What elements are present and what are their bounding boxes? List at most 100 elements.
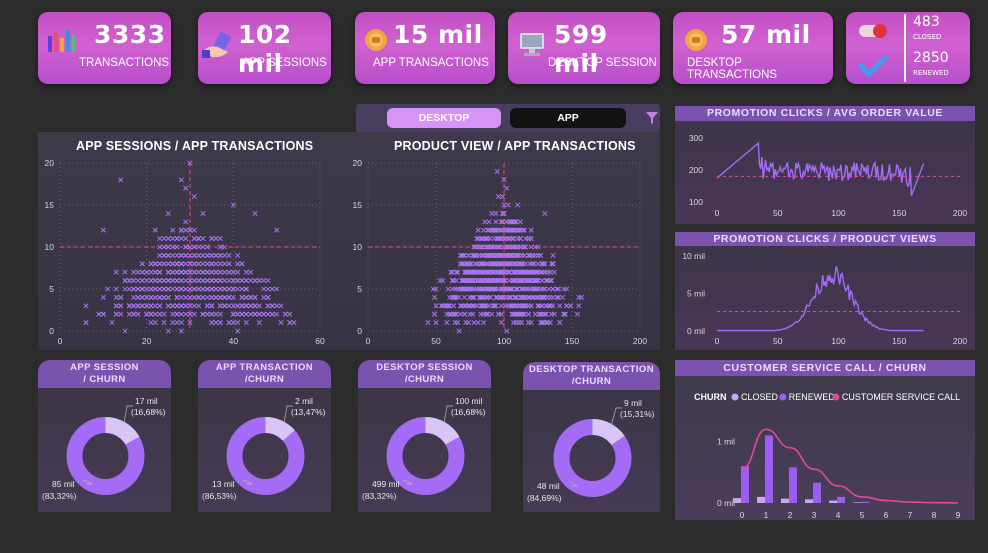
donut-title-line2: /CHURN bbox=[244, 374, 285, 385]
data-point bbox=[196, 269, 202, 275]
data-point bbox=[200, 236, 206, 242]
data-point bbox=[96, 311, 102, 317]
line-chart-product-views[interactable]: 0 mil 5 mil 10 mil 0 50 100 150 200 bbox=[675, 246, 975, 350]
data-point bbox=[174, 269, 180, 275]
data-point bbox=[213, 261, 219, 267]
data-point bbox=[252, 294, 258, 300]
data-point bbox=[493, 210, 499, 216]
data-point bbox=[183, 227, 189, 233]
kpi-card-desktop-transactions[interactable]: 57 mil DESKTOP TRANSACTIONS bbox=[673, 12, 833, 84]
data-point bbox=[248, 311, 254, 317]
data-point bbox=[209, 252, 215, 258]
data-point bbox=[135, 269, 141, 275]
data-point bbox=[230, 269, 236, 275]
kpi-card-desktop-session[interactable]: 599 mil DESKTOP SESSION bbox=[508, 12, 660, 84]
data-point bbox=[170, 227, 176, 233]
data-point bbox=[178, 328, 184, 334]
data-point bbox=[209, 286, 215, 292]
data-point bbox=[174, 294, 180, 300]
data-point bbox=[122, 328, 128, 334]
data-point bbox=[248, 269, 254, 275]
data-point bbox=[148, 269, 154, 275]
filter-icon[interactable] bbox=[645, 111, 659, 125]
data-point bbox=[474, 286, 480, 292]
data-point bbox=[204, 303, 210, 309]
data-point bbox=[517, 236, 523, 242]
data-point bbox=[196, 278, 202, 284]
scatter1-title: APP SESSIONS / APP TRANSACTIONS bbox=[76, 139, 314, 153]
data-point bbox=[528, 227, 534, 233]
kpi-card-churn-status[interactable]: 483 CLOSED 2850 RENEWED bbox=[846, 12, 970, 84]
data-point bbox=[539, 303, 545, 309]
data-point bbox=[178, 294, 184, 300]
scatter-chart-app-sessions[interactable]: 0 20 40 60 0 5 10 15 20 bbox=[38, 152, 338, 352]
data-point bbox=[174, 261, 180, 267]
data-point bbox=[265, 303, 271, 309]
data-point bbox=[528, 303, 534, 309]
data-point bbox=[204, 261, 210, 267]
legend-swatch bbox=[832, 393, 840, 401]
data-point bbox=[191, 227, 197, 233]
data-point bbox=[191, 303, 197, 309]
line-chart-avg-order[interactable]: 100 200 300 0 50 100 150 200 bbox=[675, 121, 975, 224]
donut-chart[interactable]: 2 mil(13,47%) 13 mil (86,53%) bbox=[198, 388, 331, 508]
data-point bbox=[235, 261, 241, 267]
data-point bbox=[148, 320, 154, 326]
data-point bbox=[165, 294, 171, 300]
data-point bbox=[217, 303, 223, 309]
data-point bbox=[235, 252, 241, 258]
kpi-card-app-sessions[interactable]: 102 mil APP SESSIONS bbox=[198, 12, 331, 84]
data-point bbox=[243, 320, 249, 326]
bar-closed bbox=[757, 496, 765, 503]
data-point bbox=[239, 278, 245, 284]
data-point bbox=[191, 252, 197, 258]
data-point bbox=[243, 311, 249, 317]
data-point bbox=[550, 286, 556, 292]
data-point bbox=[498, 320, 504, 326]
donut-title-line2: /CHURN bbox=[404, 374, 445, 385]
y-tick-label: 0 mil bbox=[717, 498, 735, 508]
donut-title-line1: APP SESSION bbox=[70, 362, 139, 373]
data-point bbox=[466, 252, 472, 258]
data-point bbox=[165, 278, 171, 284]
combo-title: CUSTOMER SERVICE CALL / CHURN bbox=[675, 360, 975, 376]
donut-chart[interactable]: 17 mil(16,68%) 85 mil (83,32%) bbox=[38, 388, 171, 508]
data-point bbox=[481, 320, 487, 326]
toggle-app-button[interactable]: APP bbox=[510, 108, 626, 128]
bar-closed bbox=[733, 498, 741, 503]
bar-closed bbox=[781, 498, 789, 503]
x-tick-label: 50 bbox=[431, 336, 441, 346]
hand-phone-icon bbox=[202, 31, 231, 58]
x-tick-label: 2 bbox=[788, 510, 793, 519]
data-point bbox=[131, 278, 137, 284]
data-point bbox=[170, 286, 176, 292]
data-point bbox=[217, 286, 223, 292]
data-point bbox=[161, 286, 167, 292]
toggle-desktop-button[interactable]: DESKTOP bbox=[387, 108, 501, 128]
data-point bbox=[157, 278, 163, 284]
data-point bbox=[200, 269, 206, 275]
data-point bbox=[213, 236, 219, 242]
data-point bbox=[148, 278, 154, 284]
combo-chart-service-calls[interactable]: CHURN CLOSED RENEWED CUSTOMER SERVICE CALL 1… bbox=[675, 377, 975, 519]
donut-small-value: 2 mil bbox=[295, 396, 313, 406]
renewed-value: 2850 bbox=[913, 50, 949, 66]
data-point bbox=[122, 278, 128, 284]
donut-chart[interactable]: 9 mil(15,31%) 48 mil (84,69%) bbox=[523, 390, 660, 510]
data-point bbox=[152, 311, 158, 317]
data-point bbox=[445, 286, 451, 292]
data-point bbox=[165, 286, 171, 292]
kpi-card-app-transactions[interactable]: 15 mil APP TRANSACTIONS bbox=[355, 12, 495, 84]
data-point bbox=[568, 303, 574, 309]
data-point bbox=[113, 286, 119, 292]
donut-big-pct: (83,32%) bbox=[362, 491, 397, 501]
scatter-chart-product-view[interactable]: 0 50 100 150 200 0 5 10 15 20 bbox=[350, 152, 660, 352]
data-point bbox=[557, 303, 563, 309]
donut-small-pct: (15,31%) bbox=[620, 409, 655, 419]
donut-chart[interactable]: 100 mil(16,68%) 499 mil (83,32%) bbox=[358, 388, 491, 508]
kpi-card-transactions[interactable]: 3333 TRANSACTIONS bbox=[38, 12, 171, 84]
computer-icon bbox=[520, 33, 544, 56]
data-point bbox=[474, 303, 480, 309]
data-point bbox=[178, 320, 184, 326]
data-point bbox=[547, 269, 553, 275]
